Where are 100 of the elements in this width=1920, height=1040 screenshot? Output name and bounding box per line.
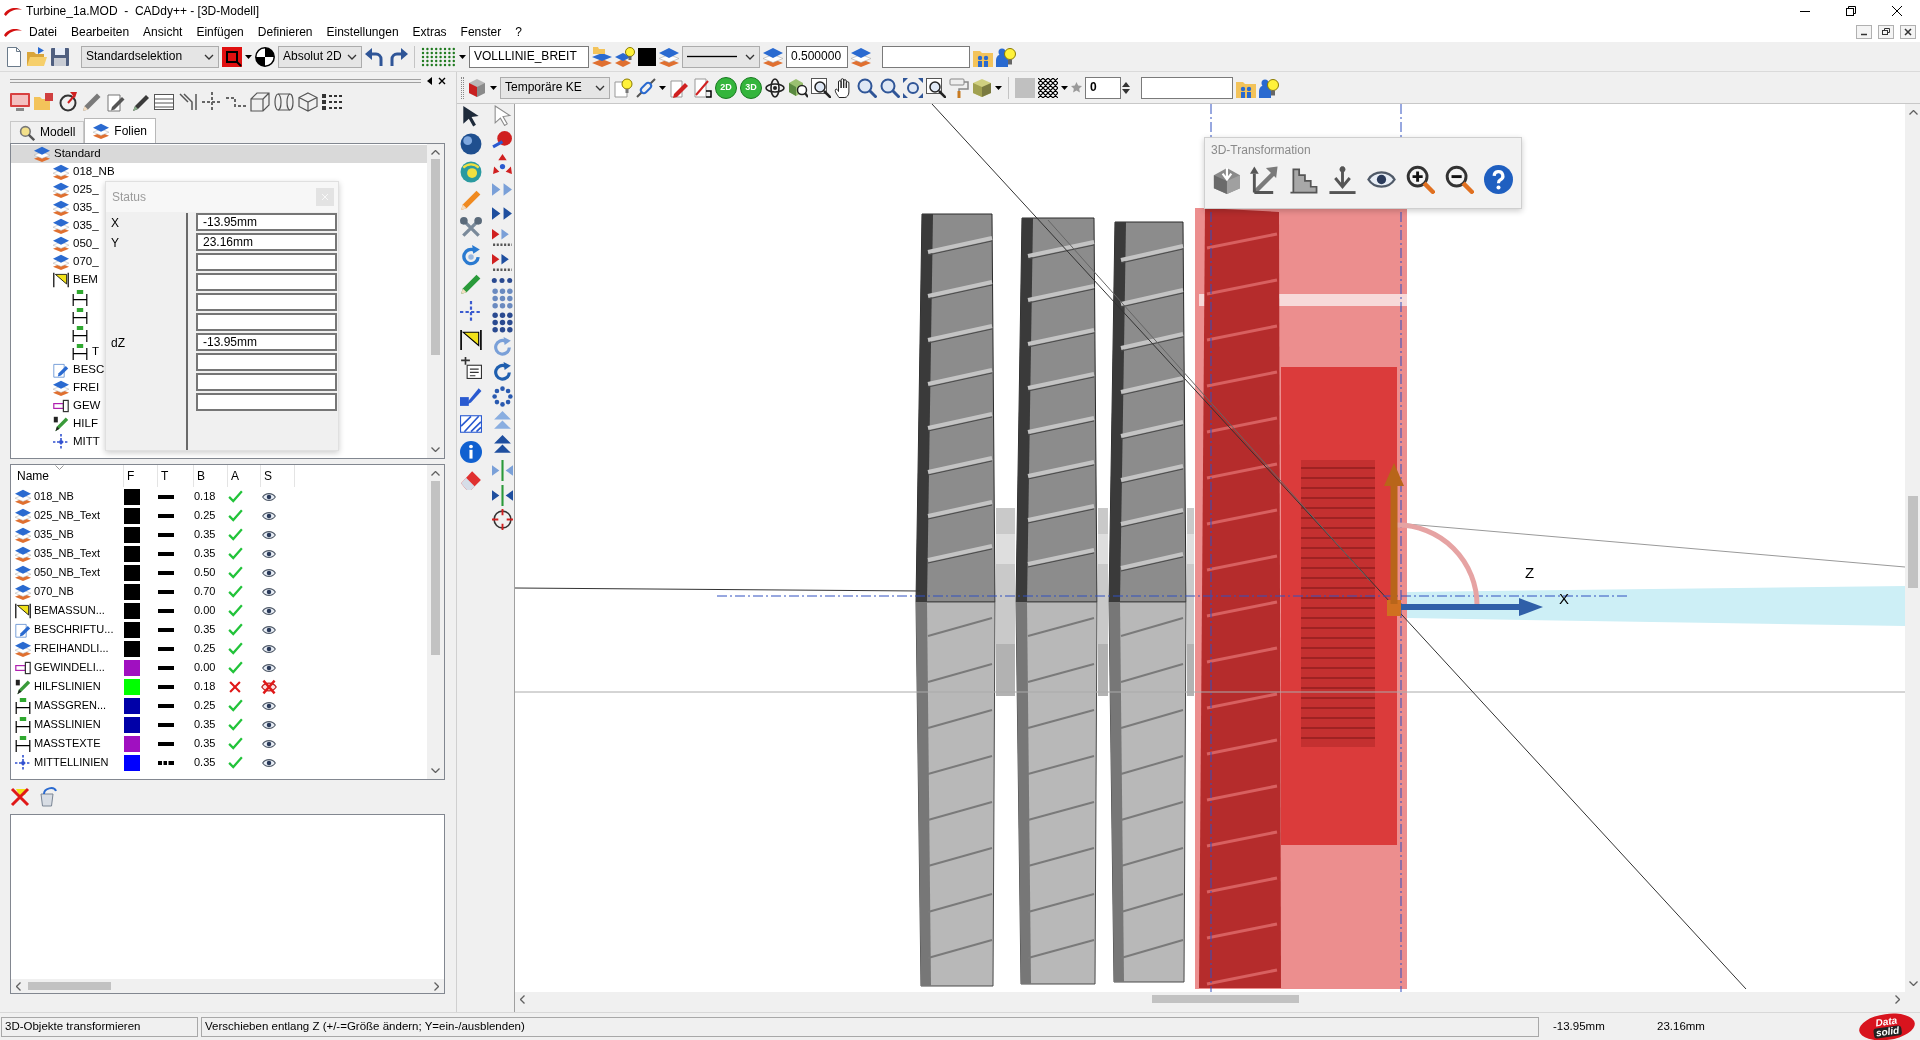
chain-link-icon[interactable] — [636, 77, 656, 98]
text-field[interactable] — [1141, 76, 1233, 99]
star-icon[interactable] — [1071, 82, 1082, 93]
close-icon[interactable] — [1892, 6, 1902, 16]
tree-item[interactable]: Standard — [11, 145, 427, 163]
check-icon[interactable] — [228, 508, 243, 523]
coordinate-mode-dropdown[interactable]: Absolut 2D — [278, 45, 362, 68]
color-swatch-icon[interactable] — [124, 526, 140, 543]
tree-item[interactable]: FREI — [53, 379, 100, 397]
person-bulb-icon[interactable] — [1259, 77, 1279, 98]
list-icon[interactable] — [322, 92, 342, 112]
color-swatch-icon[interactable] — [124, 583, 140, 600]
check-icon[interactable] — [228, 755, 243, 770]
rotate-icon[interactable] — [491, 361, 513, 383]
check-icon[interactable] — [228, 622, 243, 637]
fill-swatch-icon[interactable] — [1015, 77, 1035, 98]
scrollbar-thumb[interactable] — [1908, 496, 1918, 588]
tree-item[interactable]: 018_NB — [53, 163, 115, 181]
color-swatch-icon[interactable] — [124, 564, 140, 581]
caret-icon[interactable] — [459, 54, 466, 59]
scroll-left-icon[interactable] — [16, 981, 21, 991]
scroll-down-icon[interactable] — [1908, 981, 1918, 986]
column-header[interactable]: S — [261, 465, 295, 487]
color-swatch-icon[interactable] — [124, 678, 140, 695]
scrollbar[interactable] — [427, 144, 444, 458]
dot-grid-icon[interactable] — [491, 312, 513, 334]
ball-arrow-icon[interactable] — [491, 129, 513, 151]
copy-arrow-icon[interactable] — [491, 252, 513, 274]
value-field[interactable] — [196, 253, 337, 271]
monitor-icon[interactable] — [10, 92, 30, 112]
tree-item[interactable]: HILF — [53, 415, 98, 433]
tree-item[interactable]: MITT — [53, 433, 100, 451]
hatch-box-icon[interactable] — [154, 92, 174, 112]
cube-zoom-icon[interactable] — [788, 77, 808, 98]
value-field[interactable]: 23.16mm — [196, 233, 337, 251]
selection-mode-dropdown[interactable]: Standardselektion — [81, 45, 219, 68]
layer-stack-icon[interactable] — [851, 46, 871, 67]
value-field[interactable]: -13.95mm — [196, 333, 337, 351]
scrollbar-thumb[interactable] — [28, 982, 111, 990]
crossed-eye-icon[interactable] — [261, 678, 277, 695]
scroll-down-icon[interactable] — [431, 447, 440, 452]
layer-folder-icon[interactable] — [592, 46, 612, 67]
value-field[interactable] — [196, 373, 337, 391]
zoom-in-icon[interactable] — [1406, 165, 1435, 195]
scrollbar[interactable] — [11, 979, 444, 993]
drop-arrow-icon[interactable] — [1328, 165, 1357, 195]
color-swatch-icon[interactable] — [124, 735, 140, 752]
tree-item[interactable]: 070_ — [53, 253, 99, 271]
wireframe-cube-icon[interactable] — [298, 92, 318, 112]
color-swatch-icon[interactable] — [124, 754, 140, 771]
value-field[interactable] — [196, 293, 337, 311]
menu-item[interactable]: Datei — [22, 22, 64, 42]
scroll-left-icon[interactable] — [520, 994, 525, 1004]
orbit-icon[interactable] — [765, 77, 785, 98]
scroll-right-icon[interactable] — [1895, 994, 1900, 1004]
tree-item[interactable]: 035_ — [53, 199, 99, 217]
selection-frame-icon[interactable] — [222, 46, 242, 67]
check-icon[interactable] — [228, 641, 243, 656]
restore-icon[interactable] — [1878, 25, 1894, 39]
blade-wheel[interactable] — [1108, 221, 1187, 983]
check-icon[interactable] — [228, 527, 243, 542]
dot-row-icon[interactable] — [491, 277, 513, 285]
scrollbar-thumb[interactable] — [1152, 995, 1299, 1003]
check-icon[interactable] — [228, 717, 243, 732]
angled-lines-icon[interactable] — [178, 92, 198, 112]
column-header[interactable]: B — [194, 465, 228, 487]
cross-icon[interactable] — [228, 679, 242, 694]
crossed-tools-icon[interactable] — [460, 217, 482, 239]
move-arrows-icon[interactable] — [1250, 165, 1279, 195]
chevron-down-icon[interactable] — [204, 53, 214, 60]
pencil-icon[interactable] — [82, 92, 102, 112]
crossed-pencil-icon[interactable] — [10, 787, 30, 807]
new-document-icon[interactable] — [4, 46, 24, 67]
panel-tab[interactable]: Folien — [84, 118, 157, 143]
caret-icon[interactable] — [490, 85, 497, 90]
check-icon[interactable] — [228, 565, 243, 580]
check-icon[interactable] — [228, 489, 243, 504]
caret-icon[interactable] — [995, 85, 1002, 90]
selected-blade-wheel[interactable] — [1195, 208, 1407, 989]
menu-item[interactable]: Einfügen — [189, 22, 251, 42]
blade-wheel[interactable] — [1015, 217, 1098, 985]
eraser-icon[interactable] — [460, 469, 482, 491]
construction-mode-dropdown[interactable]: Temporäre KE — [500, 76, 610, 99]
chevron-down-icon[interactable] — [595, 84, 605, 91]
caret-icon[interactable] — [1061, 85, 1068, 90]
bucket-icon[interactable] — [38, 787, 58, 807]
menu-item[interactable]: Definieren — [250, 22, 320, 42]
page-edit-icon[interactable] — [106, 92, 126, 112]
close-icon[interactable] — [1900, 25, 1916, 39]
color-swatch-icon[interactable] — [124, 507, 140, 524]
undo-icon[interactable] — [365, 46, 385, 67]
color-swatch-icon[interactable] — [124, 640, 140, 657]
caret-left-icon[interactable] — [427, 77, 432, 85]
caret-icon[interactable] — [659, 85, 666, 90]
hatch-frame-icon[interactable] — [460, 413, 482, 435]
check-icon[interactable] — [228, 584, 243, 599]
converge-arrows-icon[interactable] — [491, 459, 513, 481]
close-icon[interactable] — [438, 77, 446, 85]
value-field[interactable] — [196, 393, 337, 411]
zoom-fit-icon[interactable] — [903, 77, 923, 98]
